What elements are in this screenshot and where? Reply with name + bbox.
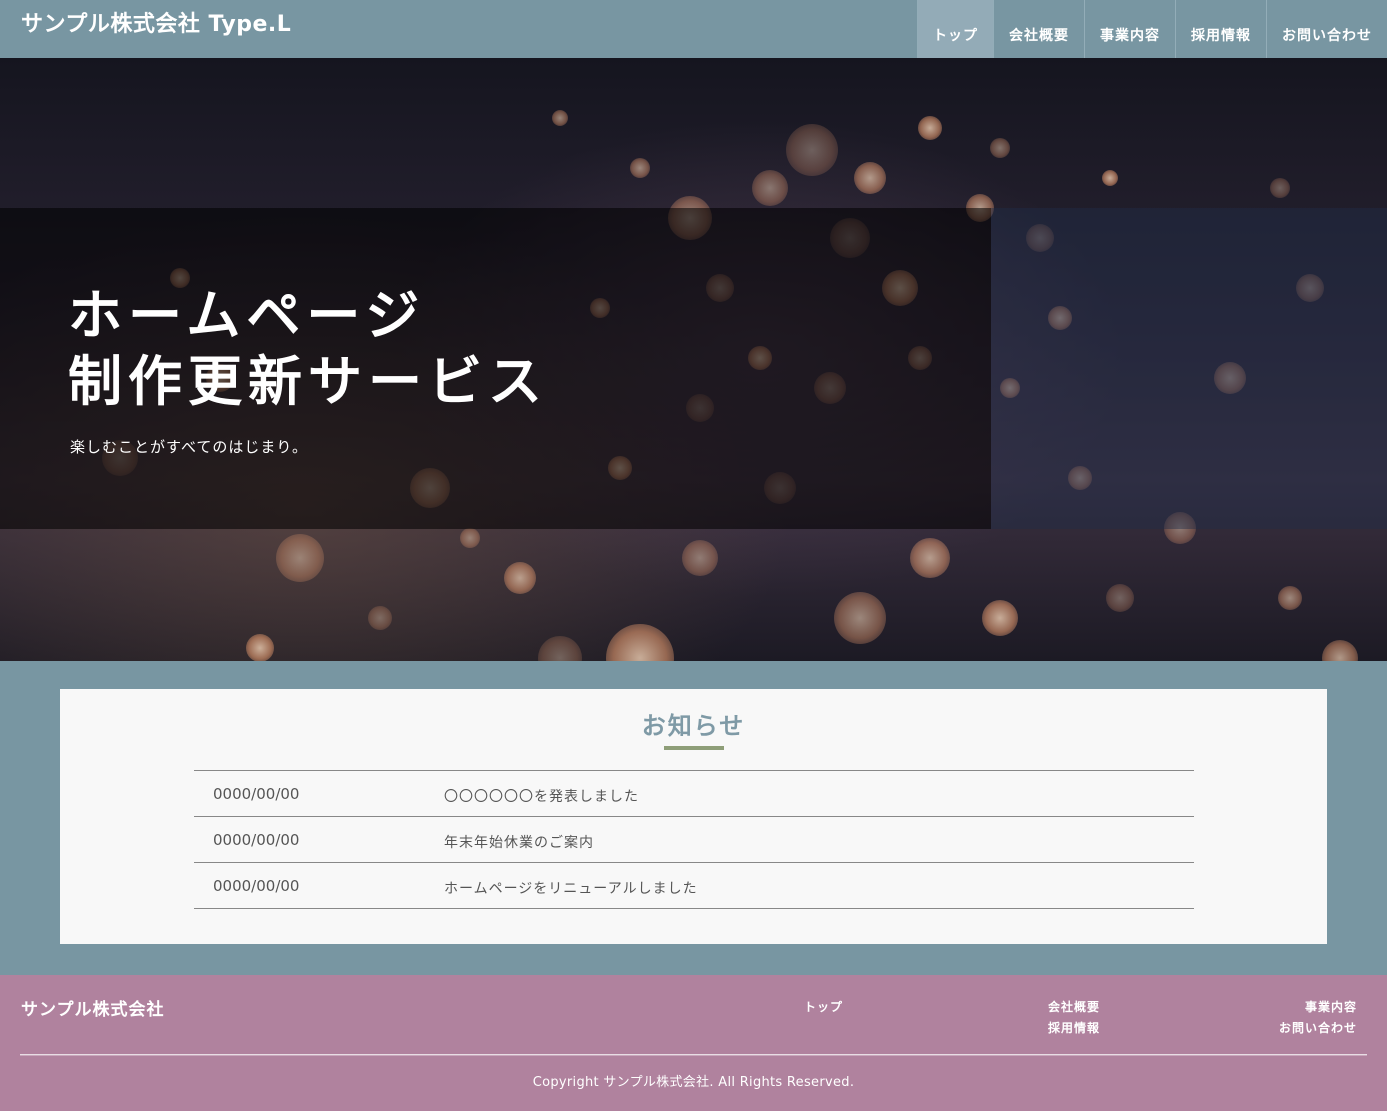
spark-glow [918, 116, 942, 140]
news-text: 〇〇〇〇〇〇を発表しました [444, 789, 639, 805]
news-text: 年末年始休業のご案内 [444, 835, 594, 851]
spark-glow [630, 158, 650, 178]
nav-item-top[interactable]: トップ [917, 0, 993, 58]
spark-glow [538, 636, 582, 661]
spark-glow [910, 538, 950, 578]
site-footer: サンプル株式会社 トップ 会社概要 採用情報 事業内容 お問い合わせ Copyr… [0, 975, 1387, 1111]
news-text: ホームページをリニューアルしました [444, 881, 698, 897]
footer-divider [20, 1054, 1367, 1056]
footer-link-recruit[interactable]: 採用情報 [1048, 1019, 1100, 1036]
news-section: お知らせ 0000/00/00 〇〇〇〇〇〇を発表しました 0000/00/00… [60, 689, 1327, 944]
news-list: 0000/00/00 〇〇〇〇〇〇を発表しました 0000/00/00 年末年始… [194, 770, 1194, 909]
footer-link-business[interactable]: 事業内容 [1305, 998, 1357, 1015]
footer-link-contact[interactable]: お問い合わせ [1279, 1019, 1357, 1036]
spark-glow [752, 170, 788, 206]
hero-title-line2: 制作更新サービス [68, 350, 548, 413]
hero-section: ホームページ 制作更新サービス 楽しむことがすべてのはじまり。 [0, 58, 1387, 661]
spark-glow [460, 528, 480, 548]
spark-glow [504, 562, 536, 594]
news-date: 0000/00/00 [213, 785, 300, 803]
hero-overlay-band-right [991, 208, 1387, 529]
spark-glow [1106, 584, 1134, 612]
spark-glow [552, 110, 568, 126]
footer-link-company[interactable]: 会社概要 [1048, 998, 1100, 1015]
news-item[interactable]: 0000/00/00 ホームページをリニューアルしました [194, 863, 1194, 909]
spark-glow [1102, 170, 1118, 186]
spark-glow [606, 624, 674, 661]
footer-link-top[interactable]: トップ [804, 998, 843, 1015]
site-logo[interactable]: サンプル株式会社 Type.L [21, 6, 291, 38]
news-date: 0000/00/00 [213, 877, 300, 895]
spark-glow [1322, 640, 1358, 661]
hero-title: ホームページ 制作更新サービス [68, 283, 548, 415]
spark-glow [786, 124, 838, 176]
copyright: Copyright サンプル株式会社. All Rights Reserved. [532, 1075, 855, 1090]
spark-glow [682, 540, 718, 576]
news-item[interactable]: 0000/00/00 〇〇〇〇〇〇を発表しました [194, 771, 1194, 817]
hero-title-line1: ホームページ [68, 284, 426, 347]
spark-glow [854, 162, 886, 194]
spark-glow [1270, 178, 1290, 198]
footer-logo[interactable]: サンプル株式会社 [21, 995, 165, 1020]
spark-glow [834, 592, 886, 644]
spark-glow [246, 634, 274, 661]
news-item[interactable]: 0000/00/00 年末年始休業のご案内 [194, 817, 1194, 863]
spark-glow [1278, 586, 1302, 610]
nav-item-business[interactable]: 事業内容 [1084, 0, 1175, 58]
news-date: 0000/00/00 [213, 831, 300, 849]
nav-item-recruit[interactable]: 採用情報 [1175, 0, 1266, 58]
spark-glow [276, 534, 324, 582]
main-nav: トップ 会社概要 事業内容 採用情報 お問い合わせ [917, 0, 1387, 58]
spark-glow [990, 138, 1010, 158]
news-title-underline [664, 746, 724, 750]
spark-glow [982, 600, 1018, 636]
news-title: お知らせ [641, 712, 746, 740]
hero-subtitle: 楽しむことがすべてのはじまり。 [70, 438, 309, 456]
nav-item-contact[interactable]: お問い合わせ [1266, 0, 1387, 58]
spark-glow [368, 606, 392, 630]
site-header: サンプル株式会社 Type.L トップ 会社概要 事業内容 採用情報 お問い合わ… [0, 0, 1387, 58]
nav-item-company[interactable]: 会社概要 [993, 0, 1084, 58]
